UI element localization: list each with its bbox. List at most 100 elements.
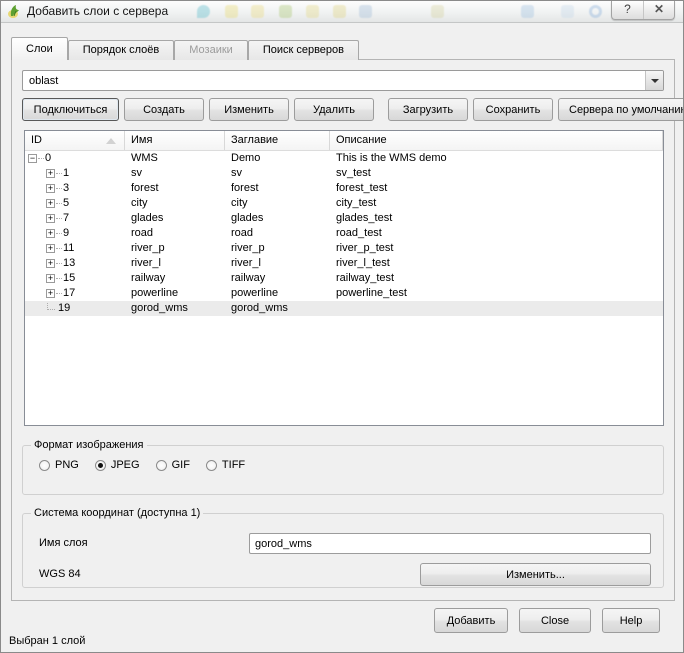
layers-table: IDИмяЗаглавиеОписание 0WMSDemoThis is th…: [24, 130, 664, 426]
connection-buttons-row: ПодключитьсяСоздатьИзменитьУдалить Загруз…: [22, 98, 664, 121]
expand-icon[interactable]: [46, 184, 55, 193]
edit-button[interactable]: Изменить: [209, 98, 289, 121]
image-format-group: Формат изображения PNGJPEGGIFTIFF: [22, 439, 664, 495]
save-button[interactable]: Сохранить: [473, 98, 553, 121]
radio-button-icon: [156, 460, 167, 471]
layer-name-input[interactable]: [249, 533, 651, 554]
row-description-cell: city_test: [330, 196, 663, 211]
add-button[interactable]: Добавить: [434, 608, 508, 633]
ghost-icon: [251, 5, 264, 18]
collapse-icon[interactable]: [28, 154, 37, 163]
layer-row[interactable]: 5citycitycity_test: [25, 196, 663, 211]
row-description-cell: road_test: [330, 226, 663, 241]
expand-icon[interactable]: [46, 244, 55, 253]
help-button[interactable]: Help: [602, 608, 660, 633]
ghost-icon: [521, 5, 534, 18]
layer-row[interactable]: 17powerlinepowerlinepowerline_test: [25, 286, 663, 301]
server-connection-select[interactable]: oblast: [22, 70, 664, 91]
new-button[interactable]: Создать: [124, 98, 204, 121]
expand-icon[interactable]: [46, 214, 55, 223]
tab-layers[interactable]: Слои: [11, 37, 68, 60]
column-header-описание[interactable]: Описание: [330, 131, 663, 150]
expand-icon[interactable]: [46, 169, 55, 178]
ghost-icon: [589, 5, 602, 18]
row-title-cell: railway: [225, 271, 330, 286]
dialog-window: Добавить слои с сервера ? ✕ СлоиПорядок …: [0, 0, 684, 653]
tab-tilesets: Мозаики: [174, 40, 248, 60]
layer-name-label: Имя слоя: [39, 537, 88, 549]
expand-icon[interactable]: [46, 289, 55, 298]
layer-name-row: Имя слоя: [23, 533, 651, 554]
layers-tab-panel: oblast ПодключитьсяСоздатьИзменитьУдалит…: [11, 59, 675, 601]
row-description-cell: railway_test: [330, 271, 663, 286]
row-description-cell: river_p_test: [330, 241, 663, 256]
default-servers-button[interactable]: Сервера по умолчанию: [558, 98, 684, 121]
layer-row[interactable]: 19gorod_wmsgorod_wms: [25, 301, 663, 316]
window-close-button[interactable]: ✕: [643, 1, 674, 19]
ghost-icon: [561, 5, 574, 18]
crs-legend: Система координат (доступна 1): [31, 507, 203, 519]
connect-button[interactable]: Подключиться: [22, 98, 119, 121]
column-header-имя[interactable]: Имя: [125, 131, 225, 150]
row-name-cell: city: [125, 196, 225, 211]
expand-icon[interactable]: [46, 199, 55, 208]
ghost-icon: [279, 5, 292, 18]
layer-row[interactable]: 7gladesgladesglades_test: [25, 211, 663, 226]
close-dialog-button[interactable]: Close: [519, 608, 591, 633]
row-title-cell: road: [225, 226, 330, 241]
row-id-cell: 3: [25, 181, 125, 196]
ghost-icon: [333, 5, 346, 18]
ghost-icon: [306, 5, 319, 18]
column-header-заглавие[interactable]: Заглавие: [225, 131, 330, 150]
table-header: IDИмяЗаглавиеОписание: [25, 131, 663, 151]
format-radio-tiff[interactable]: TIFF: [206, 459, 245, 471]
row-name-cell: forest: [125, 181, 225, 196]
row-title-cell: powerline: [225, 286, 330, 301]
tree-leaf-connector-icon: [47, 303, 55, 310]
caption-buttons: ? ✕: [611, 1, 675, 20]
ghost-icon: [431, 5, 444, 18]
expand-icon[interactable]: [46, 274, 55, 283]
radio-button-icon: [95, 460, 106, 471]
load-button[interactable]: Загрузить: [388, 98, 468, 121]
format-radio-png[interactable]: PNG: [39, 459, 79, 471]
layer-row[interactable]: 1svsvsv_test: [25, 166, 663, 181]
expand-icon[interactable]: [46, 229, 55, 238]
row-id-cell: 17: [25, 286, 125, 301]
layer-row[interactable]: 3forestforestforest_test: [25, 181, 663, 196]
row-title-cell: glades: [225, 211, 330, 226]
expand-icon[interactable]: [46, 259, 55, 268]
change-crs-button[interactable]: Изменить...: [420, 563, 651, 586]
format-radio-jpeg[interactable]: JPEG: [95, 459, 140, 471]
layer-row[interactable]: 11river_priver_priver_p_test: [25, 241, 663, 256]
format-radio-gif[interactable]: GIF: [156, 459, 190, 471]
row-title-cell: river_p: [225, 241, 330, 256]
row-id-cell: 15: [25, 271, 125, 286]
layer-row[interactable]: 13river_lriver_lriver_l_test: [25, 256, 663, 271]
row-title-cell: sv: [225, 166, 330, 181]
layer-row[interactable]: 0WMSDemoThis is the WMS demo: [25, 151, 663, 166]
crs-row: WGS 84 Изменить...: [23, 563, 651, 586]
tab-server-search[interactable]: Поиск серверов: [248, 40, 359, 60]
row-description-cell: river_l_test: [330, 256, 663, 271]
column-header-id[interactable]: ID: [25, 131, 125, 150]
table-body: 0WMSDemoThis is the WMS demo1svsvsv_test…: [25, 151, 663, 316]
tab-layer-order[interactable]: Порядок слоёв: [68, 40, 175, 60]
crs-group: Система координат (доступна 1) Имя слоя …: [22, 507, 664, 588]
row-description-cell: forest_test: [330, 181, 663, 196]
layer-row[interactable]: 9roadroadroad_test: [25, 226, 663, 241]
row-id-cell: 0: [25, 151, 125, 166]
row-id-cell: 5: [25, 196, 125, 211]
layer-row[interactable]: 15railwayrailwayrailway_test: [25, 271, 663, 286]
row-id-cell: 11: [25, 241, 125, 256]
delete-button[interactable]: Удалить: [294, 98, 374, 121]
row-name-cell: road: [125, 226, 225, 241]
combo-dropdown-button[interactable]: [645, 71, 663, 90]
selected-connection-label: oblast: [23, 75, 645, 87]
status-text: Выбран 1 слой: [9, 635, 85, 647]
row-title-cell: Demo: [225, 151, 330, 166]
sort-ascending-icon: [106, 138, 116, 144]
row-name-cell: railway: [125, 271, 225, 286]
window-help-button[interactable]: ?: [612, 1, 643, 19]
row-title-cell: river_l: [225, 256, 330, 271]
